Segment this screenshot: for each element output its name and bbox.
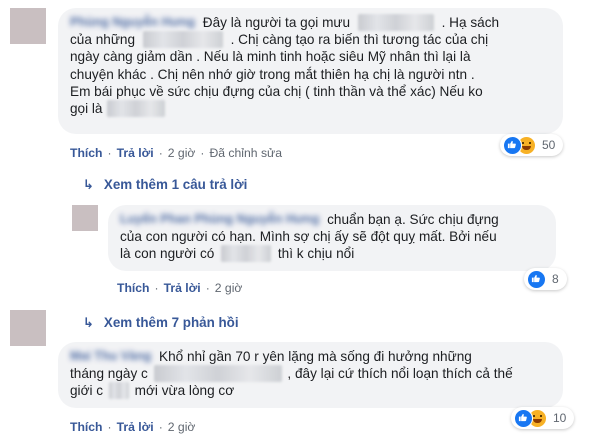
view-more-replies-link[interactable]: ↳ Xem thêm 1 câu trả lời: [83, 177, 247, 193]
comment-text: gọi là: [70, 100, 103, 116]
reply-arrow-icon: ↳: [83, 315, 94, 330]
comment-bubble: Mai Thu Vàng Khổ nhỉ gần 70 r yên lặng m…: [58, 342, 563, 408]
comment-text: thì k chịu nổi: [277, 246, 355, 262]
comment-actions: Thích · Trả lời · 2 giờ: [70, 420, 196, 434]
censored-text: [357, 14, 434, 31]
comment-text: là con người có: [120, 246, 215, 262]
comment-text: chuẩn bạn ạ. Sức chịu đựng: [327, 212, 499, 227]
reply-arrow-icon: ↳: [83, 177, 94, 192]
reaction-count: 8: [552, 272, 559, 286]
comment-author[interactable]: Phùng Nguyễn Hưng: [70, 14, 195, 31]
reaction-summary[interactable]: 8: [524, 268, 567, 290]
timestamp[interactable]: 2 giờ: [168, 420, 196, 434]
comment-text: ngày càng giảm dần . Nếu là minh tinh ho…: [70, 49, 471, 65]
reply-link[interactable]: Trả lời: [117, 146, 154, 160]
censored-text: [107, 99, 166, 117]
like-link[interactable]: Thích: [70, 146, 103, 160]
view-more-replies-label: Xem thêm 1 câu trả lời: [103, 177, 248, 192]
comment-actions: Thích · Trả lời · 2 giờ · Đã chỉnh sửa: [70, 146, 282, 160]
comment-author[interactable]: Mai Thu Vàng: [70, 348, 151, 365]
reaction-summary[interactable]: 10: [511, 407, 575, 429]
reaction-count: 10: [553, 411, 567, 425]
like-link[interactable]: Thích: [117, 281, 150, 295]
like-link[interactable]: Thích: [70, 420, 103, 434]
censored-text: [221, 245, 272, 263]
censored-text: [142, 31, 223, 49]
view-more-feedback-link[interactable]: ↳ Xem thêm 7 phản hồi: [83, 315, 239, 331]
timestamp[interactable]: 2 giờ: [168, 146, 196, 160]
reaction-count: 50: [542, 138, 556, 152]
reply-link[interactable]: Trả lời: [117, 420, 154, 434]
view-more-feedback-label: Xem thêm 7 phản hồi: [103, 315, 239, 330]
comment-bubble: Phùng Nguyễn Hưng Đây là người ta gọi mư…: [58, 8, 563, 134]
like-icon: [527, 269, 546, 289]
comment-text: Em bái phục về sức chịu đựng của chị ( t…: [70, 83, 483, 99]
comment-text: , đây lại cứ thích nổi loạn thích cả thế: [287, 366, 513, 382]
comment-text: . Hạ sách: [441, 15, 500, 30]
censored-text: [153, 365, 282, 383]
like-icon: [514, 408, 533, 428]
comment-text: Đây là người ta gọi mưu: [202, 15, 351, 30]
edited-label[interactable]: Đã chỉnh sửa: [209, 146, 282, 160]
avatar[interactable]: [72, 205, 98, 231]
reply-link[interactable]: Trả lời: [164, 281, 201, 295]
comment-text: mới vừa lòng cơ: [134, 383, 235, 399]
comment-author[interactable]: Luyến Phan Phùng Nguyễn Hưng: [120, 211, 319, 228]
reaction-summary[interactable]: 50: [500, 134, 564, 156]
censored-text: [108, 382, 129, 400]
avatar[interactable]: [10, 8, 46, 44]
comment-text: tháng ngày c: [70, 366, 148, 382]
comment-text: của những: [70, 32, 136, 48]
avatar[interactable]: [10, 310, 46, 346]
comment-text: giới c: [70, 383, 104, 399]
comment-text: chuyện khác . Chị nên nhớ giờ trong mắt …: [70, 66, 475, 82]
comment-bubble: Luyến Phan Phùng Nguyễn Hưng chuẩn bạn ạ…: [108, 205, 556, 271]
like-icon: [503, 135, 522, 155]
comment-text: . Chị càng tạo ra biến thì tương tác của…: [230, 32, 489, 48]
comment-actions: Thích · Trả lời · 2 giờ: [117, 281, 243, 295]
comment-text: của con người có hạn. Mình sợ chị ấy sẽ …: [120, 229, 497, 245]
comment-text: Khổ nhỉ gần 70 r yên lặng mà sống đi hưở…: [159, 349, 472, 364]
timestamp[interactable]: 2 giờ: [215, 281, 243, 295]
